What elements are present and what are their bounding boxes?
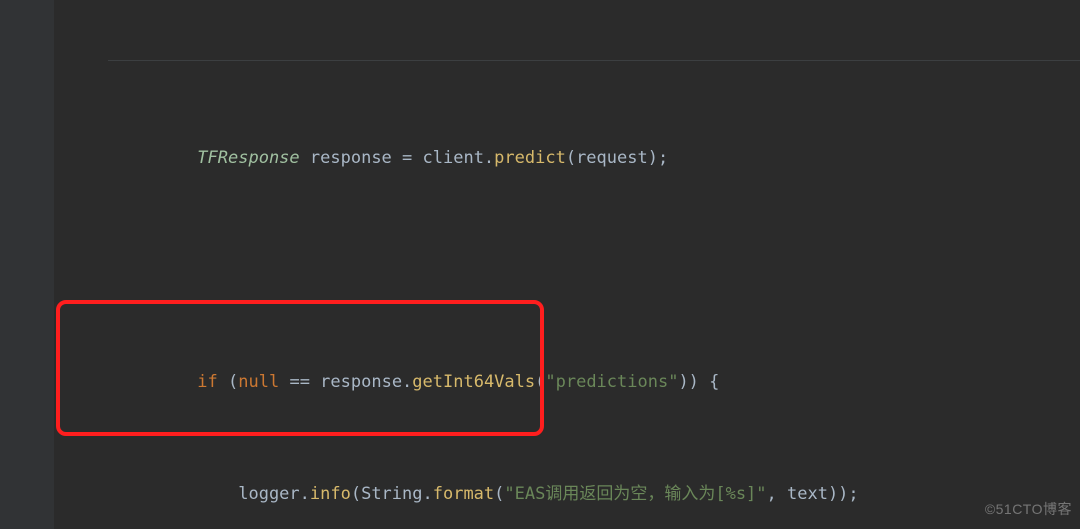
code-line: logger.info(String.format("EAS调用返回为空，输入为… xyxy=(54,480,1080,508)
code-editor[interactable]: TFResponse response = client.predict(req… xyxy=(0,0,1080,529)
watermark-text: ©51CTO博客 xyxy=(985,495,1072,523)
separator-line xyxy=(108,60,1080,61)
code-line: TFResponse response = client.predict(req… xyxy=(54,144,1080,172)
code-content: TFResponse response = client.predict(req… xyxy=(54,60,1080,529)
code-line: if (null == response.getInt64Vals("predi… xyxy=(54,368,1080,396)
code-line-blank xyxy=(54,256,1080,284)
